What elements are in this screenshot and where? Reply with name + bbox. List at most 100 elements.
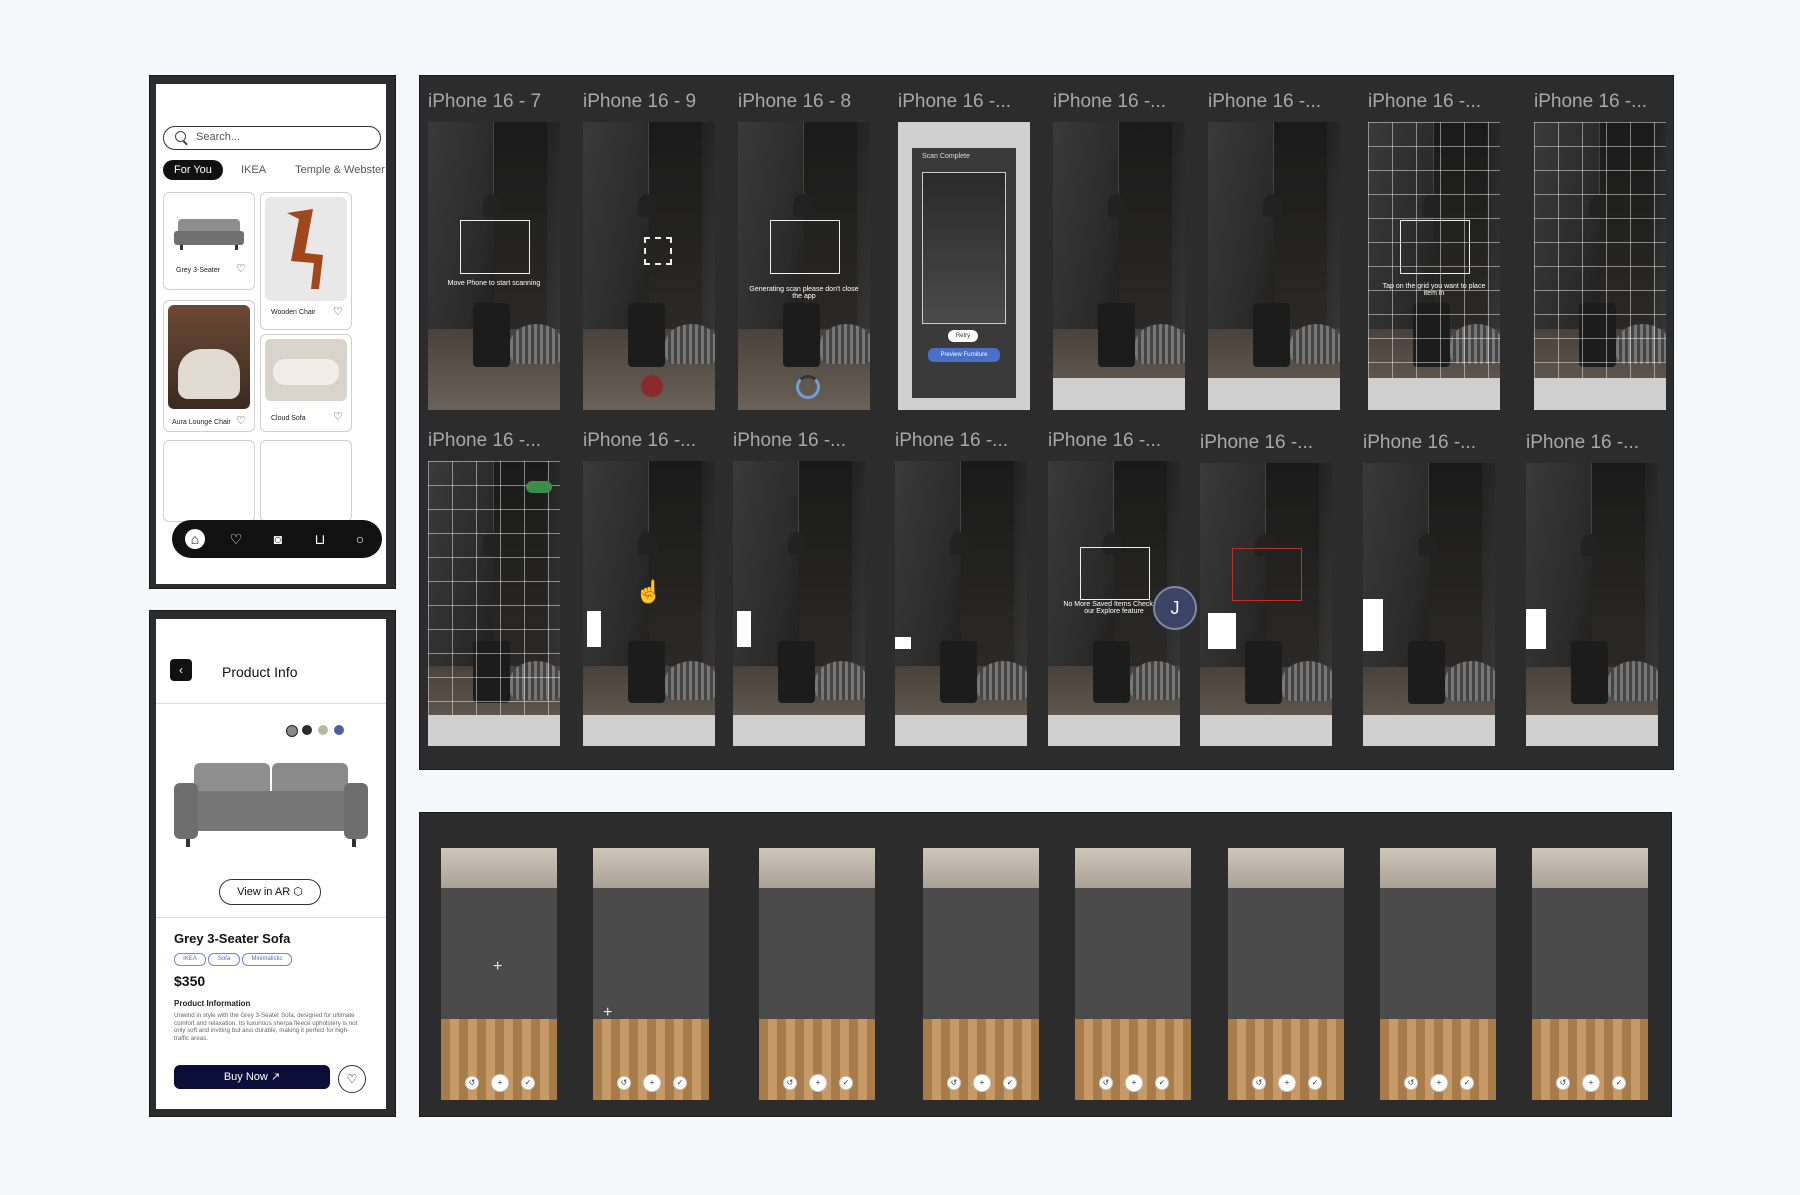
camera-icon[interactable]: ◙ [268,529,288,549]
undo-icon[interactable]: ↺ [1252,1076,1266,1090]
heart-icon[interactable]: ♡ [236,415,248,427]
product-card[interactable] [260,440,352,522]
frame-label: iPhone 16 -... [898,91,1012,112]
confirm-icon[interactable]: ✓ [521,1076,535,1090]
product-card[interactable]: Aura Lounge Chair ♡ [163,300,255,432]
item-tray[interactable] [733,714,865,746]
favorite-button[interactable]: ♡ [338,1065,366,1093]
cart-icon[interactable]: ⊔ [310,529,330,549]
chip-temple-webster[interactable]: Temple & Webster [284,160,386,180]
placeholder-image [1079,546,1151,600]
item-tray[interactable] [895,714,1027,746]
scan-frame: ☝ [583,461,715,746]
item-tray[interactable] [1048,714,1180,746]
home-icon[interactable]: ⌂ [185,529,205,549]
frame-label: iPhone 16 -... [1526,432,1640,453]
item-tray[interactable] [583,714,715,746]
frame-label: iPhone 16 - 8 [738,91,852,112]
item-tray[interactable] [1368,378,1500,410]
measure-frame: ↺ + ✓ [1380,848,1496,1100]
scan-complete-dialog: Scan Complete Retry Preview Furniture [912,148,1016,398]
home-screen-frame: Search... For You IKEA Temple & Webster … [149,75,396,589]
item-tray[interactable] [1208,378,1340,410]
undo-icon[interactable]: ↺ [465,1076,479,1090]
color-swatch[interactable] [286,725,298,737]
add-point-button[interactable]: + [491,1074,509,1092]
page-title: Product Info [222,664,298,680]
confirm-icon[interactable]: ✓ [839,1076,853,1090]
heart-icon[interactable]: ♡ [226,529,246,549]
add-point-button[interactable]: + [643,1074,661,1092]
color-swatch[interactable] [334,725,344,735]
placed-item[interactable] [1208,613,1236,649]
heart-icon[interactable]: ♡ [333,411,345,423]
profile-icon[interactable]: ○ [350,529,370,549]
view-in-ar-button[interactable]: View in AR ⬡ [219,879,321,905]
card-label: Wooden Chair [271,309,316,316]
focus-frame-icon [643,237,672,266]
add-point-button[interactable]: + [1582,1074,1600,1092]
search-input[interactable]: Search... [163,126,381,150]
item-tray[interactable] [1053,378,1185,410]
placed-item[interactable] [737,611,751,647]
scan-complete-frame: Scan Complete Retry Preview Furniture [898,122,1030,410]
item-tray[interactable] [1534,378,1666,410]
undo-icon[interactable]: ↺ [947,1076,961,1090]
confirm-icon[interactable]: ✓ [1460,1076,1474,1090]
scan-frame: Move Phone to start scanning [428,122,560,410]
product-card[interactable]: Cloud Sofa ♡ [260,334,352,432]
grid-toggle[interactable] [526,481,552,493]
cloud-sofa-image [265,339,347,401]
product-card[interactable]: Wooden Chair ♡ [260,192,352,330]
product-name: Grey 3-Seater Sofa [174,931,291,946]
retry-button[interactable]: Retry [948,330,978,342]
confirm-icon[interactable]: ✓ [1612,1076,1626,1090]
product-card[interactable]: Grey 3-Seater ♡ [163,192,255,290]
scan-frame: Tap on the grid you want to place item i… [1368,122,1500,410]
frame-label: iPhone 16 -... [1534,91,1648,112]
preview-furniture-button[interactable]: Preview Furniture [928,348,1000,362]
product-card[interactable] [163,440,255,522]
add-point-button[interactable]: + [1430,1074,1448,1092]
item-tray[interactable] [1363,714,1495,746]
add-point-button[interactable]: + [809,1074,827,1092]
placeholder-image [1399,219,1471,274]
back-button[interactable]: ‹ [170,659,192,681]
heart-icon[interactable]: ♡ [333,306,345,318]
placed-item[interactable] [895,637,911,649]
color-swatch[interactable] [318,725,328,735]
chip-for-you[interactable]: For You [163,160,223,180]
color-swatch[interactable] [302,725,312,735]
undo-icon[interactable]: ↺ [1556,1076,1570,1090]
undo-icon[interactable]: ↺ [617,1076,631,1090]
scan-frame: Generating scan please don't close the a… [738,122,870,410]
scan-frame [1526,463,1658,746]
heart-icon[interactable]: ♡ [236,263,248,275]
undo-icon[interactable]: ↺ [1099,1076,1113,1090]
frame-label: iPhone 16 -... [1053,91,1167,112]
item-tray[interactable] [428,714,560,746]
placed-item[interactable] [1363,599,1383,651]
cube-icon: ⬡ [293,886,303,898]
measure-frame: ↺ + ✓ [1228,848,1344,1100]
add-point-button[interactable]: + [1278,1074,1296,1092]
measure-frame: ↺ + ✓ [923,848,1039,1100]
add-point-button[interactable]: + [1125,1074,1143,1092]
wooden-chair-image [265,197,347,301]
placed-item[interactable] [587,611,601,647]
scan-frame [1200,463,1332,746]
chip-ikea[interactable]: IKEA [230,160,277,180]
confirm-icon[interactable]: ✓ [1155,1076,1169,1090]
buy-now-button[interactable]: Buy Now ↗ [174,1065,330,1089]
confirm-icon[interactable]: ✓ [1003,1076,1017,1090]
item-tray[interactable] [1200,714,1332,746]
user-avatar[interactable]: J [1153,586,1197,630]
frame-label: iPhone 16 -... [1363,432,1477,453]
confirm-icon[interactable]: ✓ [1308,1076,1322,1090]
confirm-icon[interactable]: ✓ [673,1076,687,1090]
add-point-button[interactable]: + [973,1074,991,1092]
item-tray[interactable] [1526,714,1658,746]
undo-icon[interactable]: ↺ [1404,1076,1418,1090]
placed-item[interactable] [1526,609,1546,649]
undo-icon[interactable]: ↺ [783,1076,797,1090]
